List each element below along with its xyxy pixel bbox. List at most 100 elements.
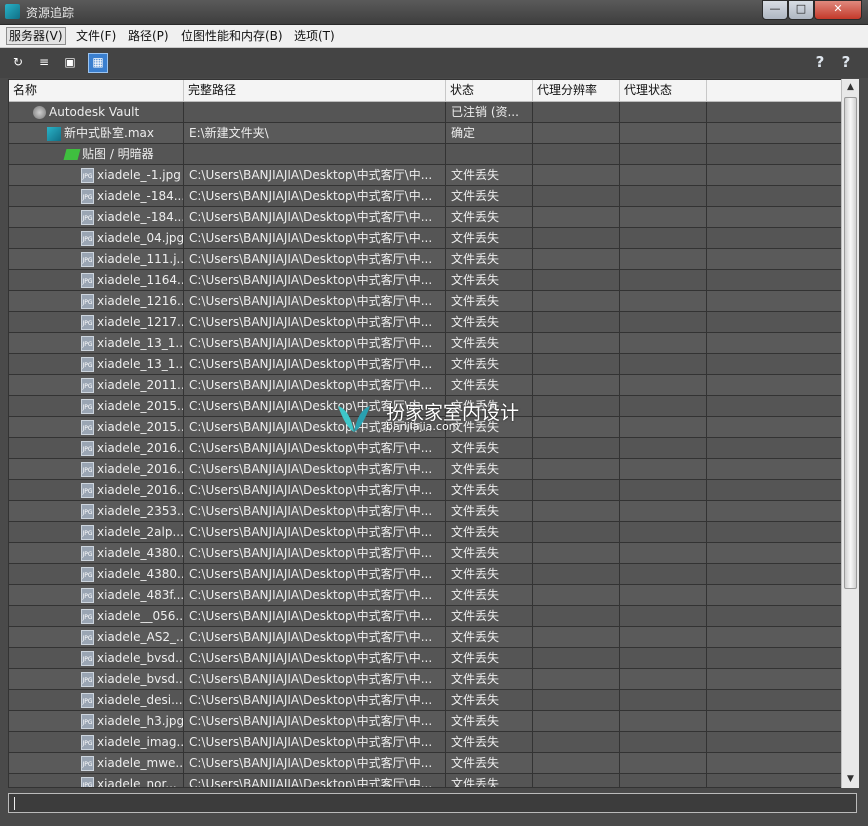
column-header-proxy-resolution[interactable]: 代理分辨率	[533, 80, 620, 101]
table-row[interactable]: JPG xiadele_2015... C:\Users\BANJIAJIA\Des…	[9, 417, 842, 438]
table-row[interactable]: JPG xiadele_4380... C:\Users\BANJIAJIA\Des…	[9, 564, 842, 585]
cell-name-text: xiadele_483f...	[97, 588, 184, 602]
maximize-button[interactable]: □	[788, 0, 814, 20]
table-row[interactable]: JPG xiadele_1216... C:\Users\BANJIAJIA\Des…	[9, 291, 842, 312]
vault-icon	[33, 106, 46, 119]
cell-status: 文件丢失	[446, 291, 533, 312]
cell-name-text: xiadele_2alp...	[97, 525, 184, 539]
menu-options[interactable]: 选项(T)	[292, 28, 337, 44]
cell-proxy-resolution	[533, 774, 620, 787]
table-view-icon[interactable]: ▦	[88, 53, 108, 73]
thumbnail-view-icon[interactable]: ▣	[62, 54, 78, 70]
cell-spacer	[707, 186, 842, 207]
menu-bar: 服务器(V) 文件(F) 路径(P) 位图性能和内存(B) 选项(T)	[0, 25, 868, 48]
column-header-status[interactable]: 状态	[446, 80, 533, 101]
table-row[interactable]: JPG xiadele_bvsd... C:\Users\BANJIAJIA\Des…	[9, 669, 842, 690]
table-row[interactable]: Autodesk Vault 已注销 (资...	[9, 102, 842, 123]
vertical-scrollbar[interactable]: ▲ ▼	[841, 79, 859, 788]
menu-file[interactable]: 文件(F)	[74, 28, 118, 44]
table-row[interactable]: JPG xiadele_2011... C:\Users\BANJIAJIA\Des…	[9, 375, 842, 396]
jpg-icon: JPG	[81, 609, 94, 624]
column-header-proxy-status[interactable]: 代理状态	[620, 80, 707, 101]
table-row[interactable]: JPG xiadele_13_1... C:\Users\BANJIAJIA\Des…	[9, 333, 842, 354]
menu-path[interactable]: 路径(P)	[126, 28, 171, 44]
list-view-icon[interactable]: ≡	[36, 54, 52, 70]
jpg-icon: JPG	[81, 714, 94, 729]
menu-server[interactable]: 服务器(V)	[6, 27, 66, 45]
cell-full-path: C:\Users\BANJIAJIA\Desktop\中式客厅\中...	[184, 438, 446, 459]
table-row[interactable]: JPG xiadele_-184... C:\Users\BANJIAJIA\Des…	[9, 186, 842, 207]
cell-proxy-status	[620, 207, 707, 228]
close-button[interactable]: ✕	[814, 0, 862, 20]
jpg-icon: JPG	[81, 210, 94, 225]
table-row[interactable]: JPG xiadele_2015... C:\Users\BANJIAJIA\Des…	[9, 396, 842, 417]
table-row[interactable]: JPG xiadele_2016... C:\Users\BANJIAJIA\Des…	[9, 438, 842, 459]
table-row[interactable]: JPG xiadele_1217... C:\Users\BANJIAJIA\Des…	[9, 312, 842, 333]
cell-full-path: C:\Users\BANJIAJIA\Desktop\中式客厅\中...	[184, 522, 446, 543]
table-row[interactable]: JPG xiadele_nor... C:\Users\BANJIAJIA\Desk…	[9, 774, 842, 787]
cell-name-text: xiadele_2016...	[97, 441, 184, 455]
cell-proxy-resolution	[533, 669, 620, 690]
table-row[interactable]: JPG xiadele_483f... C:\Users\BANJIAJIA\Des…	[9, 585, 842, 606]
minimize-button[interactable]: —	[762, 0, 788, 20]
cell-full-path: C:\Users\BANJIAJIA\Desktop\中式客厅\中...	[184, 501, 446, 522]
column-header-full-path[interactable]: 完整路径	[184, 80, 446, 101]
scroll-thumb[interactable]	[844, 97, 857, 589]
cell-spacer	[707, 207, 842, 228]
menu-bitmap-performance[interactable]: 位图性能和内存(B)	[179, 28, 285, 44]
cell-full-path: C:\Users\BANJIAJIA\Desktop\中式客厅\中...	[184, 648, 446, 669]
cell-proxy-resolution	[533, 501, 620, 522]
cell-proxy-status	[620, 459, 707, 480]
table-row[interactable]: JPG xiadele_2353... C:\Users\BANJIAJIA\Des…	[9, 501, 842, 522]
column-header-name[interactable]: 名称	[9, 80, 184, 101]
table-row[interactable]: JPG xiadele_4380... C:\Users\BANJIAJIA\Des…	[9, 543, 842, 564]
table-row[interactable]: JPG xiadele_2alp... C:\Users\BANJIAJIA\Des…	[9, 522, 842, 543]
cell-name-text: xiadele_04.jpg	[97, 231, 184, 245]
table-row[interactable]: JPG xiadele_-184... C:\Users\BANJIAJIA\Des…	[9, 207, 842, 228]
cell-full-path	[184, 102, 446, 123]
table-row[interactable]: JPG xiadele_h3.jpg C:\Users\BANJIAJIA\Desk…	[9, 711, 842, 732]
table-row[interactable]: JPG xiadele_AS2_... C:\Users\BANJIAJIA\Des…	[9, 627, 842, 648]
table-row[interactable]: JPG xiadele_04.jpg C:\Users\BANJIAJIA\Desk…	[9, 228, 842, 249]
max-file-icon	[47, 126, 61, 141]
table-row[interactable]: JPG xiadele_111.j... C:\Users\BANJIAJIA\De…	[9, 249, 842, 270]
cell-name: JPG xiadele_2353...	[9, 501, 184, 522]
table-row[interactable]: JPG xiadele_13_1... C:\Users\BANJIAJIA\Des…	[9, 354, 842, 375]
table-row[interactable]: JPG xiadele_2016... C:\Users\BANJIAJIA\Des…	[9, 480, 842, 501]
cell-name: JPG xiadele_AS2_...	[9, 627, 184, 648]
scroll-up-arrow-icon[interactable]: ▲	[842, 79, 859, 96]
path-input-field[interactable]	[8, 793, 857, 813]
cell-status: 文件丢失	[446, 186, 533, 207]
table-row[interactable]: JPG xiadele_1164... C:\Users\BANJIAJIA\Des…	[9, 270, 842, 291]
cell-proxy-resolution	[533, 480, 620, 501]
cell-name: JPG xiadele_-184...	[9, 186, 184, 207]
help-icon[interactable]: ?	[810, 53, 830, 71]
table-row[interactable]: 新中式卧室.max E:\新建文件夹\ 确定	[9, 123, 842, 144]
cell-status: 文件丢失	[446, 375, 533, 396]
refresh-icon[interactable]: ↻	[10, 54, 26, 70]
cell-name: JPG xiadele_4380...	[9, 564, 184, 585]
table-row[interactable]: JPG xiadele_bvsd... C:\Users\BANJIAJIA\Des…	[9, 648, 842, 669]
table-row[interactable]: JPG xiadele_desi... C:\Users\BANJIAJIA\Des…	[9, 690, 842, 711]
cell-full-path: C:\Users\BANJIAJIA\Desktop\中式客厅\中...	[184, 375, 446, 396]
context-help-icon[interactable]: ?	[836, 53, 856, 71]
table-row[interactable]: JPG xiadele__056... C:\Users\BANJIAJIA\Des…	[9, 606, 842, 627]
table-row[interactable]: JPG xiadele_-1.jpg C:\Users\BANJIAJIA\Desk…	[9, 165, 842, 186]
cell-status: 文件丢失	[446, 501, 533, 522]
cell-proxy-status	[620, 501, 707, 522]
table-row[interactable]: 贴图 / 明暗器	[9, 144, 842, 165]
jpg-icon: JPG	[81, 630, 94, 645]
jpg-icon: JPG	[81, 693, 94, 708]
table-row[interactable]: JPG xiadele_2016... C:\Users\BANJIAJIA\Des…	[9, 459, 842, 480]
cell-full-path: C:\Users\BANJIAJIA\Desktop\中式客厅\中...	[184, 186, 446, 207]
table-row[interactable]: JPG xiadele_imag... C:\Users\BANJIAJIA\Des…	[9, 732, 842, 753]
cell-full-path: C:\Users\BANJIAJIA\Desktop\中式客厅\中...	[184, 585, 446, 606]
cell-spacer	[707, 312, 842, 333]
jpg-icon: JPG	[81, 357, 94, 372]
cell-spacer	[707, 144, 842, 165]
cell-status	[446, 144, 533, 165]
scroll-down-arrow-icon[interactable]: ▼	[842, 771, 859, 788]
cell-name: JPG xiadele_2016...	[9, 438, 184, 459]
cell-spacer	[707, 228, 842, 249]
table-row[interactable]: JPG xiadele_mwe... C:\Users\BANJIAJIA\Desk…	[9, 753, 842, 774]
